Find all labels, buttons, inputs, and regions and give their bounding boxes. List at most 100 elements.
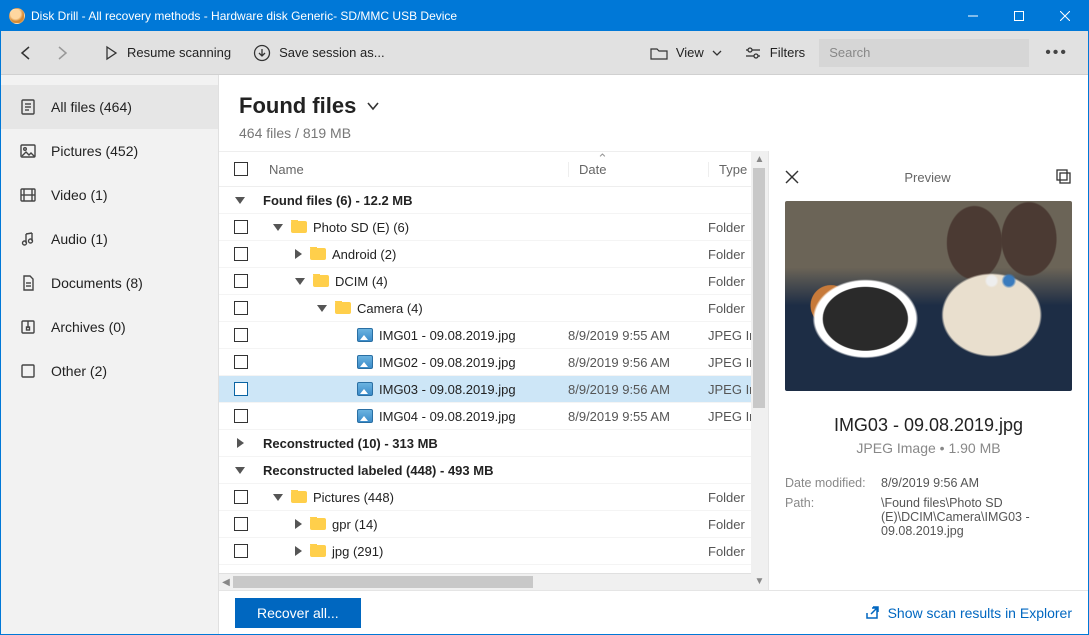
resume-scanning-button[interactable]: Resume scanning	[95, 39, 239, 67]
expand-icon[interactable]	[237, 438, 244, 448]
group-row[interactable]: Found files (6) - 12.2 MB	[219, 187, 768, 214]
row-checkbox[interactable]	[234, 220, 248, 234]
sidebar-item-documents[interactable]: Documents (8)	[1, 261, 218, 305]
sidebar-item-pictures[interactable]: Pictures (452)	[1, 129, 218, 173]
folder-icon	[310, 248, 326, 260]
horizontal-scrollbar[interactable]: ◀ ▶	[219, 573, 768, 590]
column-date[interactable]: Date	[568, 162, 708, 177]
show-in-explorer-link[interactable]: Show scan results in Explorer	[864, 605, 1072, 621]
save-session-label: Save session as...	[279, 45, 385, 60]
sidebar-item-archives[interactable]: Archives (0)	[1, 305, 218, 349]
filters-button[interactable]: Filters	[736, 39, 813, 66]
row-checkbox[interactable]	[234, 301, 248, 315]
file-row[interactable]: IMG03 - 09.08.2019.jpg8/9/2019 9:56 AMJP…	[219, 376, 768, 403]
chevron-down-icon	[712, 50, 722, 56]
row-label: IMG01 - 09.08.2019.jpg	[379, 328, 516, 343]
preview-title: Preview	[799, 170, 1056, 185]
video-icon	[19, 186, 37, 204]
row-label: Reconstructed (10) - 313 MB	[263, 436, 438, 451]
more-button[interactable]: •••	[1035, 38, 1078, 68]
row-checkbox[interactable]	[234, 247, 248, 261]
popout-icon[interactable]	[1056, 169, 1072, 185]
forward-button[interactable]	[47, 38, 77, 68]
folder-icon	[291, 221, 307, 233]
row-checkbox[interactable]	[234, 517, 248, 531]
row-checkbox[interactable]	[234, 490, 248, 504]
expand-icon[interactable]	[295, 546, 302, 556]
folder-row[interactable]: Photo SD (E) (6)Folder	[219, 214, 768, 241]
app-icon	[9, 8, 25, 24]
view-button[interactable]: View	[642, 39, 730, 66]
external-link-icon	[864, 605, 880, 621]
folder-row[interactable]: DCIM (4)Folder	[219, 268, 768, 295]
filters-label: Filters	[770, 45, 805, 60]
folder-row[interactable]: Pictures (448)Folder	[219, 484, 768, 511]
folder-icon	[650, 46, 668, 60]
expand-icon[interactable]	[317, 305, 327, 312]
vertical-scrollbar[interactable]: ▲ ▼	[751, 151, 768, 590]
group-row[interactable]: Reconstructed labeled (448) - 493 MB	[219, 457, 768, 484]
window-titlebar: Disk Drill - All recovery methods - Hard…	[1, 1, 1088, 31]
row-checkbox[interactable]	[234, 355, 248, 369]
expand-icon[interactable]	[273, 494, 283, 501]
scroll-left-icon[interactable]: ◀	[219, 574, 233, 590]
recover-all-button[interactable]: Recover all...	[235, 598, 361, 628]
image-file-icon	[357, 328, 373, 342]
expand-icon[interactable]	[273, 224, 283, 231]
window-maximize-button[interactable]	[996, 1, 1042, 31]
file-row[interactable]: IMG01 - 09.08.2019.jpg8/9/2019 9:55 AMJP…	[219, 322, 768, 349]
folder-row[interactable]: Android (2)Folder	[219, 241, 768, 268]
select-all-checkbox[interactable]	[234, 162, 248, 176]
group-row[interactable]: Reconstructed (10) - 313 MB	[219, 430, 768, 457]
row-date: 8/9/2019 9:55 AM	[568, 409, 708, 424]
main-area: Found files 464 files / 819 MB Name ⌃ Da…	[219, 75, 1088, 634]
search-input[interactable]	[819, 39, 1029, 67]
row-checkbox[interactable]	[234, 328, 248, 342]
save-session-button[interactable]: Save session as...	[245, 38, 393, 68]
folder-icon	[310, 545, 326, 557]
folder-row[interactable]: Camera (4)Folder	[219, 295, 768, 322]
sidebar-item-audio[interactable]: Audio (1)	[1, 217, 218, 261]
folder-row[interactable]: jpg (291)Folder	[219, 538, 768, 565]
picture-icon	[19, 142, 37, 160]
row-checkbox[interactable]	[234, 274, 248, 288]
download-icon	[253, 44, 271, 62]
row-label: Android (2)	[332, 247, 396, 262]
scrollbar-thumb[interactable]	[233, 576, 533, 588]
other-icon	[19, 362, 37, 380]
row-checkbox[interactable]	[234, 409, 248, 423]
file-row[interactable]: IMG04 - 09.08.2019.jpg8/9/2019 9:55 AMJP…	[219, 403, 768, 430]
grid-header: Name ⌃ Date Type	[219, 151, 768, 187]
expand-icon[interactable]	[235, 197, 245, 204]
row-checkbox[interactable]	[234, 382, 248, 396]
back-button[interactable]	[11, 38, 41, 68]
expand-icon[interactable]	[295, 278, 305, 285]
expand-icon[interactable]	[295, 249, 302, 259]
row-checkbox[interactable]	[234, 544, 248, 558]
sidebar-item-label: Audio (1)	[51, 231, 108, 247]
window-minimize-button[interactable]	[950, 1, 996, 31]
resume-scanning-label: Resume scanning	[127, 45, 231, 60]
column-name[interactable]: Name	[263, 162, 568, 177]
document-icon	[19, 274, 37, 292]
expand-icon[interactable]	[295, 519, 302, 529]
sidebar-item-label: Documents (8)	[51, 275, 143, 291]
scrollbar-thumb[interactable]	[753, 168, 765, 408]
window-title: Disk Drill - All recovery methods - Hard…	[31, 9, 950, 23]
sidebar-item-label: Archives (0)	[51, 319, 126, 335]
expand-icon[interactable]	[235, 467, 245, 474]
row-label: Reconstructed labeled (448) - 493 MB	[263, 463, 493, 478]
scroll-up-icon[interactable]: ▲	[751, 151, 768, 168]
close-icon[interactable]	[785, 170, 799, 184]
file-row[interactable]: IMG02 - 09.08.2019.jpg8/9/2019 9:56 AMJP…	[219, 349, 768, 376]
sidebar-item-other[interactable]: Other (2)	[1, 349, 218, 393]
page-title[interactable]: Found files	[239, 93, 380, 119]
window-close-button[interactable]	[1042, 1, 1088, 31]
image-file-icon	[357, 382, 373, 396]
scroll-down-icon[interactable]: ▼	[751, 573, 768, 590]
sidebar-item-all-files[interactable]: All files (464)	[1, 85, 218, 129]
sidebar-item-video[interactable]: Video (1)	[1, 173, 218, 217]
sidebar: All files (464) Pictures (452) Video (1)…	[1, 75, 219, 634]
row-date: 8/9/2019 9:55 AM	[568, 328, 708, 343]
folder-row[interactable]: gpr (14)Folder	[219, 511, 768, 538]
